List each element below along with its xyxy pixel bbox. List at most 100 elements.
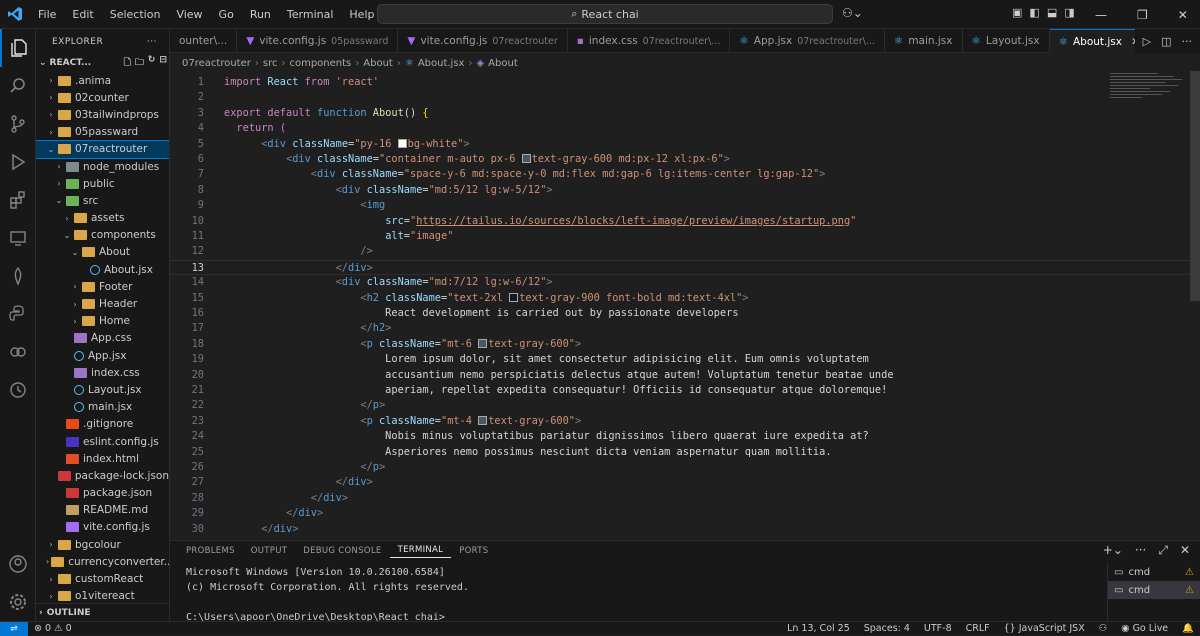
tree-item[interactable]: › Home: [36, 313, 169, 330]
color-swatch[interactable]: [509, 292, 519, 302]
collapse-all-icon[interactable]: ⊟: [159, 55, 167, 71]
toggle-panel-icon[interactable]: ⬓: [1047, 6, 1057, 19]
tree-item[interactable]: › 05passward: [36, 124, 169, 141]
terminal-instance[interactable]: ▭ cmd ⚠: [1108, 581, 1200, 599]
tree-item[interactable]: main.jsx: [36, 399, 169, 416]
command-center-search[interactable]: ⌕ React chai: [377, 4, 833, 24]
menu-item-go[interactable]: Go: [211, 8, 242, 21]
tree-item[interactable]: › 02counter: [36, 89, 169, 106]
close-panel-icon[interactable]: ✕: [1180, 543, 1190, 558]
color-swatch[interactable]: [478, 338, 488, 348]
tree-item[interactable]: package.json: [36, 485, 169, 502]
maximize-panel-icon[interactable]: ⤢: [1158, 543, 1168, 558]
toggle-sidebar-icon[interactable]: ◧: [1029, 6, 1039, 19]
tree-item[interactable]: › public: [36, 175, 169, 192]
notifications-icon[interactable]: 🔔: [1182, 623, 1194, 634]
manage-gear-icon[interactable]: [0, 583, 36, 621]
copilot-chat-icon[interactable]: [0, 333, 36, 371]
new-folder-icon[interactable]: 🗀: [135, 55, 144, 71]
breadcrumb-item[interactable]: components: [289, 58, 351, 69]
tree-item[interactable]: About.jsx: [36, 261, 169, 278]
tree-item[interactable]: ⌄ components: [36, 227, 169, 244]
close-window-icon[interactable]: ✕: [1178, 8, 1188, 22]
more-actions-icon[interactable]: ···: [1182, 35, 1193, 48]
tree-item[interactable]: ⌄ 07reactrouter: [36, 139, 169, 159]
tab-index-css[interactable]: ▪ index.css 07reactrouter\...: [568, 29, 731, 53]
tree-item[interactable]: ⌄ src: [36, 192, 169, 209]
line-ending[interactable]: CRLF: [966, 623, 990, 634]
tree-item[interactable]: › assets: [36, 210, 169, 227]
tab-vite-config-js[interactable]: ▼ vite.config.js 05passward: [237, 29, 399, 53]
panel-tab-ports[interactable]: PORTS: [451, 546, 496, 556]
account-icon[interactable]: [0, 545, 36, 583]
copilot-icon[interactable]: ⚇⌄: [842, 6, 863, 20]
tree-item[interactable]: › customReact: [36, 570, 169, 587]
tree-item[interactable]: › .anima: [36, 72, 169, 89]
editor-scrollbar[interactable]: [1190, 71, 1200, 301]
menu-item-view[interactable]: View: [168, 8, 210, 21]
workspace-root[interactable]: ⌄ REACT... 🗋 🗀 ↻ ⊟: [36, 54, 169, 72]
explorer-icon[interactable]: [0, 29, 36, 67]
tree-item[interactable]: › Header: [36, 295, 169, 312]
breadcrumb-item[interactable]: src: [263, 58, 278, 69]
tab-app-jsx[interactable]: ⚛ App.jsx 07reactrouter\...: [730, 29, 885, 53]
tree-item[interactable]: › Footer: [36, 278, 169, 295]
new-file-icon[interactable]: 🗋: [124, 55, 131, 71]
tree-item[interactable]: › 03tailwindprops: [36, 106, 169, 123]
tree-item[interactable]: .gitignore: [36, 416, 169, 433]
remote-explorer-icon[interactable]: [0, 219, 36, 257]
source-control-icon[interactable]: [0, 105, 36, 143]
mongodb-icon[interactable]: [0, 257, 36, 295]
problems-status[interactable]: ⊗ 0 ⚠ 0: [34, 623, 72, 634]
minimize-icon[interactable]: —: [1095, 8, 1107, 22]
breadcrumb-item[interactable]: About.jsx: [418, 58, 465, 69]
breadcrumb-item[interactable]: 07reactrouter: [182, 58, 251, 69]
new-terminal-icon[interactable]: +⌄: [1103, 543, 1123, 558]
code-editor[interactable]: 1 import React from 'react' 2 3 export defau…: [170, 71, 1200, 537]
encoding[interactable]: UTF-8: [924, 623, 952, 634]
color-swatch[interactable]: [478, 415, 488, 425]
tree-item[interactable]: › node_modules: [36, 158, 169, 175]
outline-section[interactable]: › OUTLINE: [36, 603, 169, 621]
tree-item[interactable]: › bgcolour: [36, 536, 169, 553]
search-activity-icon[interactable]: [0, 67, 36, 105]
tree-item[interactable]: index.css: [36, 364, 169, 381]
tree-item[interactable]: README.md: [36, 502, 169, 519]
menu-item-file[interactable]: File: [30, 8, 64, 21]
remote-indicator-icon[interactable]: ⇌: [0, 621, 28, 636]
panel-tab-output[interactable]: OUTPUT: [243, 546, 295, 556]
language-mode[interactable]: {} JavaScript JSX: [1004, 623, 1085, 634]
terminal-instance[interactable]: ▭ cmd ⚠: [1108, 563, 1200, 581]
layout-customize-icon[interactable]: ▣: [1012, 6, 1022, 19]
tree-item[interactable]: › currencyconverter...: [36, 553, 169, 570]
tree-item[interactable]: package-lock.json: [36, 467, 169, 484]
tab-ounter-[interactable]: ounter\...: [170, 29, 238, 53]
indentation[interactable]: Spaces: 4: [864, 623, 910, 634]
go-live-button[interactable]: ◉ Go Live: [1121, 623, 1168, 634]
tab-vite-config-js[interactable]: ▼ vite.config.js 07reactrouter: [398, 29, 568, 53]
timeline-icon[interactable]: [0, 371, 36, 409]
panel-tab-problems[interactable]: PROBLEMS: [178, 546, 243, 556]
more-actions-icon[interactable]: ···: [1135, 543, 1146, 558]
tree-item[interactable]: App.css: [36, 330, 169, 347]
tree-item[interactable]: App.jsx: [36, 347, 169, 364]
refresh-icon[interactable]: ↻: [148, 55, 156, 71]
panel-tab-terminal[interactable]: TERMINAL: [389, 545, 452, 558]
breadcrumb-item[interactable]: About: [488, 58, 518, 69]
terminal-output[interactable]: Microsoft Windows [Version 10.0.26100.65…: [186, 565, 469, 625]
python-icon[interactable]: [0, 295, 36, 333]
minimap[interactable]: [1110, 71, 1190, 111]
tree-item[interactable]: eslint.config.js: [36, 433, 169, 450]
panel-tab-debug-console[interactable]: DEBUG CONSOLE: [295, 546, 389, 556]
cursor-position[interactable]: Ln 13, Col 25: [787, 623, 850, 634]
tab-main-jsx[interactable]: ⚛ main.jsx: [885, 29, 963, 53]
toggle-secondary-sidebar-icon[interactable]: ◨: [1064, 6, 1074, 19]
run-debug-icon[interactable]: [0, 143, 36, 181]
extensions-icon[interactable]: [0, 181, 36, 219]
breadcrumb-item[interactable]: About: [363, 58, 393, 69]
copilot-status-icon[interactable]: ⚇: [1099, 623, 1108, 634]
menu-item-selection[interactable]: Selection: [102, 8, 169, 21]
tree-item[interactable]: index.html: [36, 450, 169, 467]
color-swatch[interactable]: [521, 154, 531, 163]
more-actions-icon[interactable]: ···: [147, 37, 157, 47]
